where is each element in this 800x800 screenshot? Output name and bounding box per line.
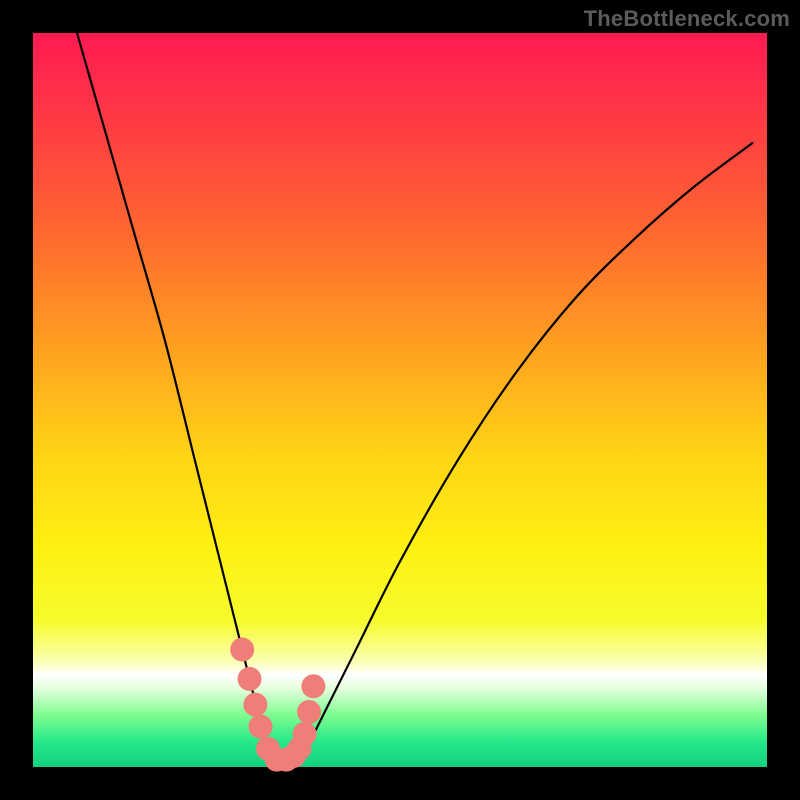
- highlight-dot: [249, 715, 273, 739]
- highlight-dot: [301, 674, 325, 698]
- highlight-dot: [230, 638, 254, 662]
- highlight-dot: [238, 667, 262, 691]
- highlight-dot: [293, 722, 317, 746]
- bottleneck-chart: [0, 0, 800, 800]
- plot-background: [33, 33, 767, 767]
- highlight-dot: [297, 700, 321, 724]
- chart-container: TheBottleneck.com: [0, 0, 800, 800]
- watermark-text: TheBottleneck.com: [584, 6, 790, 32]
- highlight-dot: [243, 693, 267, 717]
